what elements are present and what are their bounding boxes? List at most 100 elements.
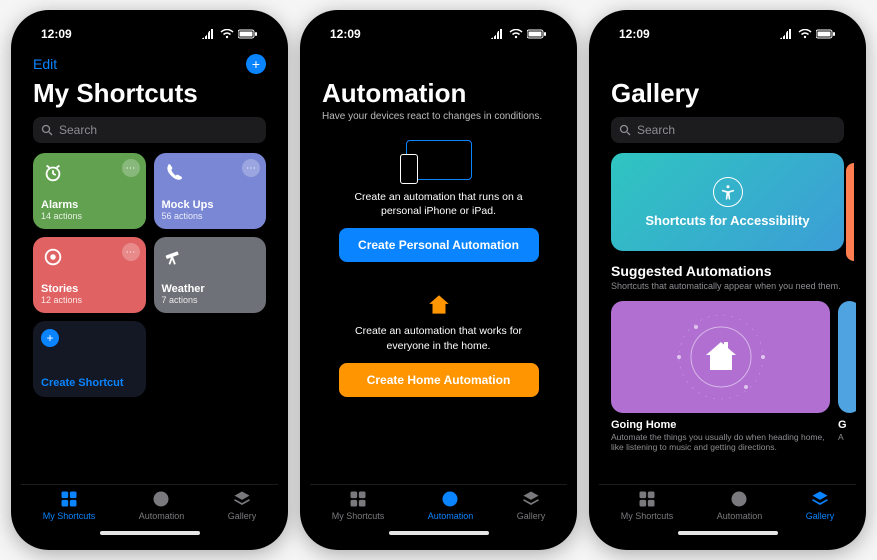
- button-label: Create Home Automation: [367, 373, 511, 387]
- tab-gallery[interactable]: Gallery: [517, 489, 546, 521]
- wifi-icon: [798, 29, 812, 39]
- status-icons: [202, 29, 258, 39]
- tab-label: Gallery: [806, 511, 835, 521]
- card-peek[interactable]: [838, 301, 856, 413]
- status-bar: 12:09: [310, 20, 567, 48]
- banner-text: Shortcuts for Accessibility: [645, 213, 809, 228]
- create-home-automation-button[interactable]: Create Home Automation: [339, 363, 539, 397]
- tab-automation[interactable]: Automation: [717, 489, 763, 521]
- search-input[interactable]: Search: [33, 117, 266, 143]
- status-bar: 12:09: [599, 20, 856, 48]
- tab-label: Gallery: [517, 511, 546, 521]
- card-title: Going Home: [611, 419, 830, 431]
- signal-icon: [491, 29, 505, 39]
- wifi-icon: [509, 29, 523, 39]
- home-icon: [426, 292, 452, 318]
- status-icons: [491, 29, 547, 39]
- tab-automation[interactable]: Automation: [428, 489, 474, 521]
- battery-icon: [816, 29, 836, 39]
- page-title: My Shortcuts: [33, 78, 266, 109]
- search-icon: [619, 124, 631, 136]
- tab-label: My Shortcuts: [43, 511, 96, 521]
- stack-icon: [810, 489, 830, 509]
- status-icons: [780, 29, 836, 39]
- tab-label: Automation: [717, 511, 763, 521]
- status-bar: 12:09: [21, 20, 278, 48]
- create-shortcut-tile[interactable]: + Create Shortcut: [33, 321, 146, 397]
- tile-name: Mock Ups: [162, 199, 259, 211]
- tile-more-icon[interactable]: ⋯: [122, 243, 140, 261]
- tab-label: My Shortcuts: [621, 511, 674, 521]
- tab-automation[interactable]: Automation: [139, 489, 185, 521]
- section-title: Suggested Automations: [611, 263, 844, 279]
- phone-icon: [162, 161, 186, 185]
- search-placeholder: Search: [637, 123, 675, 137]
- banner-peek[interactable]: [846, 163, 854, 261]
- tile-name: Stories: [41, 283, 138, 295]
- home-indicator[interactable]: [389, 531, 489, 535]
- tile-more-icon[interactable]: ⋯: [122, 159, 140, 177]
- tab-gallery[interactable]: Gallery: [228, 489, 257, 521]
- create-label: Create Shortcut: [41, 377, 138, 389]
- accessibility-icon: [713, 177, 743, 207]
- tile-sub: 12 actions: [41, 295, 138, 305]
- stack-icon: [232, 489, 252, 509]
- tile-name: Weather: [162, 283, 259, 295]
- devices-icon: [406, 140, 472, 180]
- stories-icon: [41, 245, 65, 269]
- add-shortcut-button[interactable]: +: [246, 54, 266, 74]
- status-time: 12:09: [330, 27, 361, 41]
- page-subtitle: Have your devices react to changes in co…: [322, 111, 555, 122]
- tile-sub: 14 actions: [41, 211, 138, 221]
- home-indicator[interactable]: [678, 531, 778, 535]
- search-icon: [41, 124, 53, 136]
- tab-gallery[interactable]: Gallery: [806, 489, 835, 521]
- battery-icon: [527, 29, 547, 39]
- tab-label: My Shortcuts: [332, 511, 385, 521]
- button-label: Create Personal Automation: [358, 238, 519, 252]
- card-going-home[interactable]: [611, 301, 830, 413]
- create-personal-automation-button[interactable]: Create Personal Automation: [339, 228, 539, 262]
- stack-icon: [521, 489, 541, 509]
- tab-label: Automation: [139, 511, 185, 521]
- personal-automation-desc: Create an automation that runs on a pers…: [322, 190, 555, 218]
- clock-icon: [729, 489, 749, 509]
- telescope-icon: [162, 245, 186, 269]
- tile-more-icon[interactable]: ⋯: [242, 159, 260, 177]
- status-time: 12:09: [41, 27, 72, 41]
- clock-icon: [151, 489, 171, 509]
- wifi-icon: [220, 29, 234, 39]
- plus-icon: +: [41, 329, 59, 347]
- page-title: Automation: [322, 78, 555, 109]
- card-desc: Automate the things you usually do when …: [611, 432, 830, 453]
- shortcut-tile-mockups[interactable]: ⋯ Mock Ups 56 actions: [154, 153, 267, 229]
- search-placeholder: Search: [59, 123, 97, 137]
- card-peek-desc: A: [838, 432, 856, 443]
- battery-icon: [238, 29, 258, 39]
- grid-icon: [348, 489, 368, 509]
- tile-sub: 56 actions: [162, 211, 259, 221]
- grid-icon: [637, 489, 657, 509]
- section-subtitle: Shortcuts that automatically appear when…: [611, 281, 844, 293]
- tab-label: Automation: [428, 511, 474, 521]
- tab-my-shortcuts[interactable]: My Shortcuts: [621, 489, 674, 521]
- home-automation-desc: Create an automation that works for ever…: [322, 324, 555, 352]
- grid-icon: [59, 489, 79, 509]
- shortcut-tile-alarms[interactable]: ⋯ Alarms 14 actions: [33, 153, 146, 229]
- tile-sub: 7 actions: [162, 295, 259, 305]
- signal-icon: [780, 29, 794, 39]
- home-glyph-icon: [646, 312, 796, 402]
- accessibility-banner[interactable]: Shortcuts for Accessibility: [611, 153, 844, 251]
- shortcut-tile-weather[interactable]: Weather 7 actions: [154, 237, 267, 313]
- alarm-icon: [41, 161, 65, 185]
- status-time: 12:09: [619, 27, 650, 41]
- tab-my-shortcuts[interactable]: My Shortcuts: [332, 489, 385, 521]
- search-input[interactable]: Search: [611, 117, 844, 143]
- shortcut-tile-stories[interactable]: ⋯ Stories 12 actions: [33, 237, 146, 313]
- home-indicator[interactable]: [100, 531, 200, 535]
- card-peek-title: G: [838, 419, 856, 431]
- clock-icon: [440, 489, 460, 509]
- tab-my-shortcuts[interactable]: My Shortcuts: [43, 489, 96, 521]
- edit-button[interactable]: Edit: [33, 56, 57, 72]
- page-title: Gallery: [611, 78, 844, 109]
